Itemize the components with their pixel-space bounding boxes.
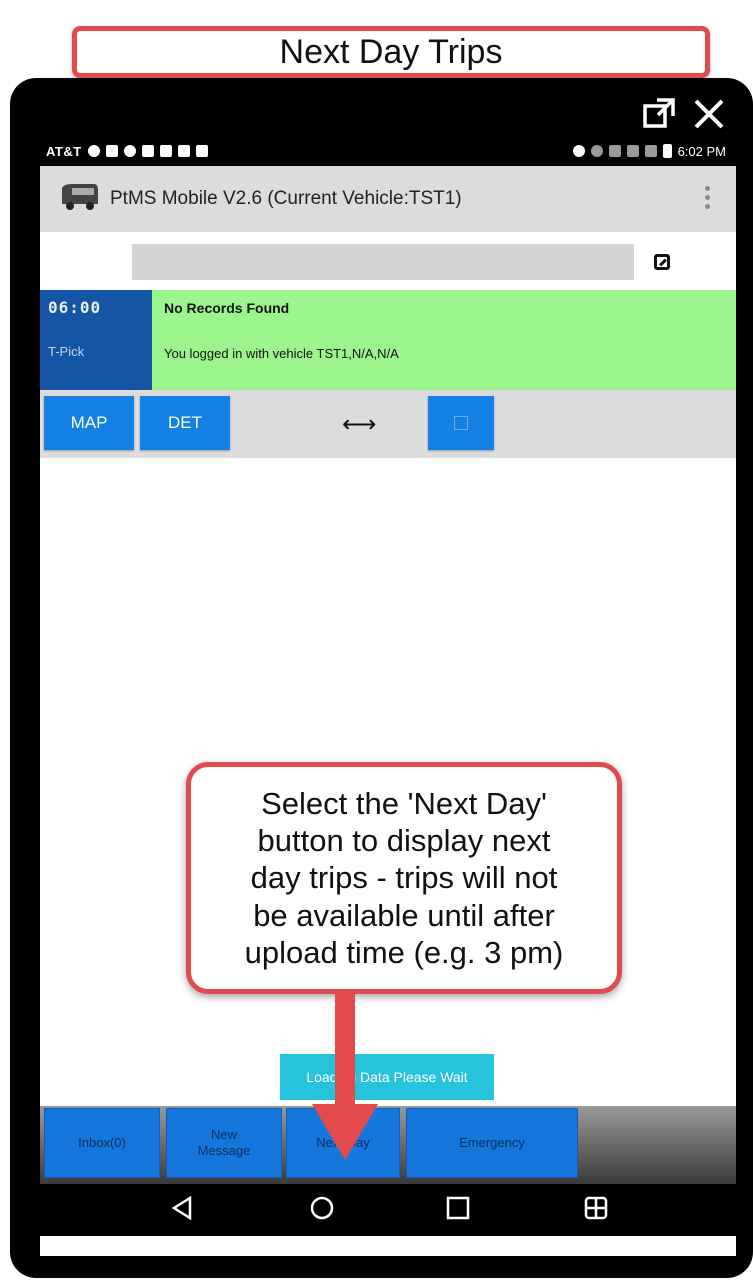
trip-heading: No Records Found [164,300,290,316]
app-title: PtMS Mobile V2.6 (Current Vehicle:TST1) [110,188,462,209]
map-button[interactable]: MAP [44,396,134,450]
signal-icon [644,145,657,157]
search-row [40,232,736,290]
app-bar: PtMS Mobile V2.6 (Current Vehicle:TST1) [40,166,736,232]
back-icon[interactable] [170,1194,194,1227]
close-icon[interactable] [691,96,727,132]
android-nav-bar [40,1184,736,1236]
wifi-icon [626,145,639,157]
eye-icon [87,145,100,157]
annotation-title: Next Day Trips [72,26,710,78]
tablet-frame: AT&T 6:02 PM PtMS Mobile V2.6 (Current V… [10,78,753,1278]
bottom-button-bar: Inbox(0) New Message Next Day Emergency [40,1106,736,1184]
checkbox-icon [454,416,468,430]
emergency-button[interactable]: Emergency [406,1108,578,1178]
external-link-icon[interactable] [641,96,677,132]
window-controls [641,96,727,132]
scan-icon [141,145,154,157]
bag-icon [195,145,208,157]
instruction-callout: Select the 'Next Day' button to display … [186,762,622,994]
new-message-button[interactable]: New Message [166,1108,282,1178]
trip-info-cell: No Records Found You logged in with vehi… [152,290,736,390]
arrow-down-icon [312,994,378,1160]
mute-icon [608,145,621,157]
bus-icon [58,182,100,217]
inbox-button[interactable]: Inbox(0) [44,1108,160,1178]
trip-time-cell: 06:00 T-Pick [40,290,152,390]
det-button[interactable]: DET [140,396,230,450]
clear-checkbox-icon[interactable] [654,254,670,270]
carrier-label: AT&T [46,143,82,159]
drop-icon [123,145,136,157]
alarm-icon [590,145,603,157]
resize-arrows-icon[interactable]: ⟷ [342,410,376,439]
recents-icon[interactable] [444,1194,472,1227]
overflow-menu-icon[interactable] [705,186,710,209]
trip-type: T-Pick [48,344,85,359]
location-icon [572,145,585,157]
search-input[interactable] [132,244,634,280]
home-icon[interactable] [308,1194,336,1227]
notification-icon [105,145,118,157]
select-button[interactable] [428,396,494,450]
trip-row[interactable]: 06:00 T-Pick No Records Found You logged… [40,290,736,390]
trip-time: 06:00 [48,298,102,317]
battery-icon [662,144,672,158]
status-bar: AT&T 6:02 PM [40,136,736,166]
apps-grid-icon[interactable] [582,1194,610,1227]
trip-message: You logged in with vehicle TST1,N/A,N/A [164,346,399,361]
status-time: 6:02 PM [677,143,726,159]
bag-icon [177,145,190,157]
device-screen: AT&T 6:02 PM PtMS Mobile V2.6 (Current V… [40,136,736,1256]
action-row: MAP DET ⟷ [40,390,736,458]
download-icon [159,145,172,157]
